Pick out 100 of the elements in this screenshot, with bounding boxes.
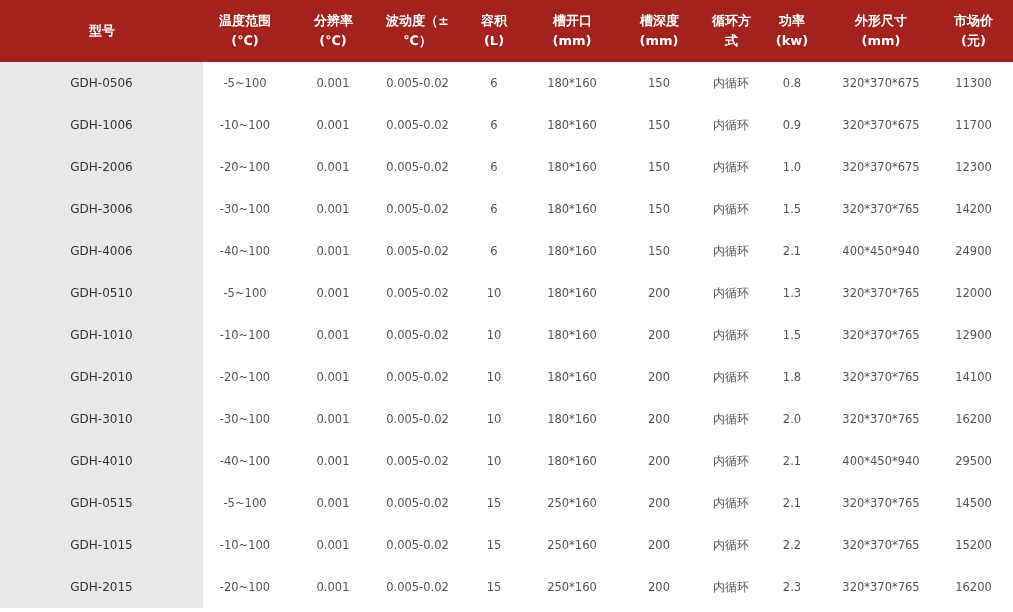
column-header: 容积 (L) — [481, 12, 507, 50]
table-cell: 12000 — [955, 286, 992, 300]
model-name: GDH-3010 — [70, 412, 133, 426]
table-cell: 内循环 — [713, 327, 749, 343]
table-cell: 2.1 — [782, 496, 802, 510]
table-cell: 180*160 — [547, 76, 597, 90]
table-cell: 200 — [648, 412, 670, 426]
table-cell: 10 — [486, 370, 502, 384]
table-cell: 14200 — [955, 202, 992, 216]
table-cell: 150 — [648, 118, 670, 132]
table-cell: 0.001 — [316, 538, 350, 552]
table-cell: 200 — [648, 370, 670, 384]
table-cell: 0.001 — [316, 580, 350, 594]
table-cell: 10 — [486, 412, 502, 426]
table-cell: 12900 — [955, 328, 992, 342]
table-cell: 180*160 — [547, 454, 597, 468]
table-cell: 0.005-0.02 — [386, 454, 449, 468]
table-cell: 10 — [486, 328, 502, 342]
table-cell: 0.005-0.02 — [386, 496, 449, 510]
table-cell: 12300 — [955, 160, 992, 174]
model-name: GDH-1006 — [70, 118, 133, 132]
table-cell: 320*370*765 — [842, 412, 920, 426]
table-cell: 320*370*675 — [842, 160, 920, 174]
table-cell: 15200 — [955, 538, 992, 552]
table-cell: 1.8 — [782, 370, 802, 384]
table-cell: 200 — [648, 454, 670, 468]
table-cell: 0.005-0.02 — [386, 160, 449, 174]
table-cell: 15 — [486, 580, 502, 594]
model-name: GDH-3006 — [70, 202, 133, 216]
table-cell: 14500 — [955, 496, 992, 510]
table-cell: 180*160 — [547, 118, 597, 132]
table-cell: 内循环 — [713, 537, 749, 553]
table-cell: 内循环 — [713, 159, 749, 175]
table-cell: -20~100 — [219, 160, 271, 174]
table-cell: 内循环 — [713, 579, 749, 595]
table-cell: 0.005-0.02 — [386, 412, 449, 426]
column-header: 波动度（± ℃） — [386, 12, 449, 50]
table-cell: 320*370*765 — [842, 286, 920, 300]
table-cell: 150 — [648, 202, 670, 216]
model-name: GDH-0506 — [70, 76, 133, 90]
table-cell: 180*160 — [547, 412, 597, 426]
table-cell: 内循环 — [713, 75, 749, 91]
table-cell: 0.9 — [782, 118, 802, 132]
table-cell: 320*370*765 — [842, 202, 920, 216]
table-cell: 320*370*765 — [842, 496, 920, 510]
table-cell: 6 — [490, 118, 498, 132]
table-cell: 180*160 — [547, 244, 597, 258]
table-cell: -10~100 — [219, 328, 271, 342]
table-cell: 6 — [490, 202, 498, 216]
table-cell: 6 — [490, 160, 498, 174]
column-header: 循环方 式 — [711, 12, 751, 50]
table-cell: 250*160 — [547, 538, 597, 552]
table-cell: 320*370*765 — [842, 580, 920, 594]
table-cell: 180*160 — [547, 370, 597, 384]
table-cell: 14100 — [955, 370, 992, 384]
column-header: 温度范围 (℃) — [219, 12, 271, 50]
column-header: 型号 — [88, 22, 115, 40]
table-cell: 200 — [648, 538, 670, 552]
table-cell: 0.001 — [316, 454, 350, 468]
table-cell: 11300 — [955, 76, 992, 90]
table-cell: 0.001 — [316, 412, 350, 426]
table-cell: 2.1 — [782, 244, 802, 258]
table-cell: 16200 — [955, 580, 992, 594]
table-cell: 内循环 — [713, 495, 749, 511]
model-name: GDH-4006 — [70, 244, 133, 258]
table-cell: 29500 — [955, 454, 992, 468]
table-cell: 0.005-0.02 — [386, 202, 449, 216]
table-cell: -5~100 — [223, 76, 267, 90]
table-cell: 320*370*675 — [842, 76, 920, 90]
table-cell: 内循环 — [713, 243, 749, 259]
table-cell: 内循环 — [713, 117, 749, 133]
column-header: 分辨率 (℃) — [313, 12, 353, 50]
table-cell: 320*370*765 — [842, 538, 920, 552]
table-cell: 0.001 — [316, 370, 350, 384]
table-cell: 15 — [486, 496, 502, 510]
table-cell: 内循环 — [713, 411, 749, 427]
model-name: GDH-4010 — [70, 454, 133, 468]
table-cell: 0.005-0.02 — [386, 244, 449, 258]
table-cell: -40~100 — [219, 454, 271, 468]
table-cell: -5~100 — [223, 496, 267, 510]
table-cell: 250*160 — [547, 580, 597, 594]
table-cell: -40~100 — [219, 244, 271, 258]
table-cell: 10 — [486, 454, 502, 468]
table-cell: 16200 — [955, 412, 992, 426]
table-cell: 180*160 — [547, 286, 597, 300]
table-cell: 0.005-0.02 — [386, 580, 449, 594]
table-cell: 内循环 — [713, 201, 749, 217]
table-cell: 250*160 — [547, 496, 597, 510]
table-cell: 2.1 — [782, 454, 802, 468]
table-cell: 0.8 — [782, 76, 802, 90]
table-cell: -10~100 — [219, 538, 271, 552]
table-cell: 2.3 — [782, 580, 802, 594]
table-cell: 0.005-0.02 — [386, 118, 449, 132]
table-cell: 0.005-0.02 — [386, 538, 449, 552]
table-cell: 0.001 — [316, 244, 350, 258]
table-cell: 200 — [648, 286, 670, 300]
table-cell: 400*450*940 — [842, 454, 920, 468]
table-cell: 1.5 — [782, 202, 802, 216]
table-cell: 0.001 — [316, 202, 350, 216]
table-cell: -20~100 — [219, 370, 271, 384]
